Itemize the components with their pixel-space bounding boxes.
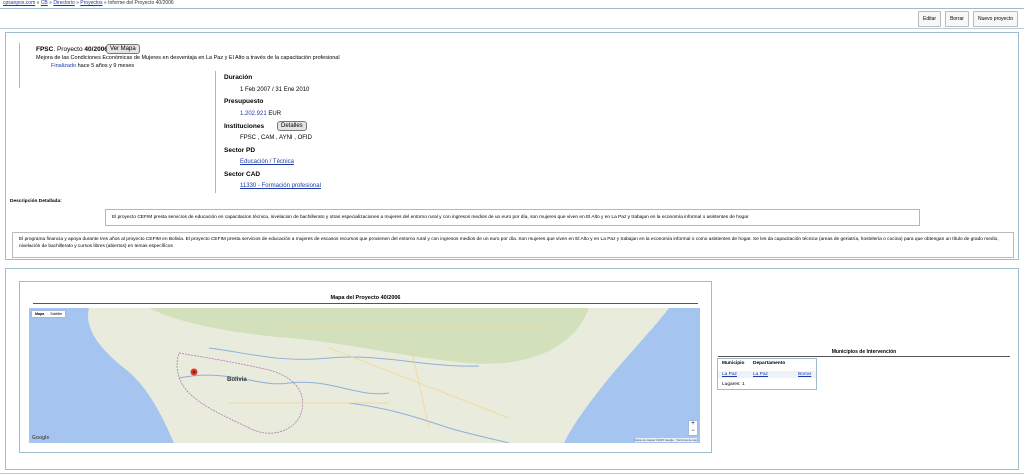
top-divider (0, 8, 1024, 9)
sector-cad-link[interactable]: 11330 - Formación profesional (240, 183, 321, 189)
map-canvas[interactable]: Bolivia Mapa Satélite + − Google Datos d… (29, 308, 700, 443)
municipio-link[interactable]: La Paz (722, 372, 737, 377)
project-prefix: . Proyecto (53, 46, 85, 53)
institutions-label: Instituciones (224, 123, 265, 130)
sector-cad-label: Sector CAD (224, 171, 261, 178)
municipios-title-underline (718, 356, 1010, 357)
status-age: hace 5 años y 9 meses (77, 63, 135, 69)
col-municipio-header: Municipio (722, 361, 745, 366)
zoom-in-icon[interactable]: + (689, 421, 697, 428)
zoom-controls: + − (689, 421, 697, 435)
map-type-tabs: Mapa Satélite (32, 311, 66, 317)
project-heading: FPSC. Proyecto 40/2006 (36, 46, 108, 53)
zoom-out-icon[interactable]: − (689, 428, 697, 435)
budget-amount: 1.202.921 (240, 111, 267, 117)
duration-value: 1 Feb 2007 / 31 Ene 2010 (240, 87, 310, 93)
budget-value: 1.202.921 EUR (240, 111, 281, 117)
project-details: Duración 1 Feb 2007 / 31 Ene 2010 Presup… (215, 71, 416, 193)
project-short-description: Mejora de las Condiciones Económicas de … (36, 55, 340, 61)
toolbar-divider (0, 28, 1024, 29)
budget-label: Presupuesto (224, 98, 264, 105)
sector-pd-label: Sector PD (224, 147, 256, 154)
breadcrumb-home-link[interactable]: cpsanpox.com (3, 0, 35, 6)
breadcrumb-current: Informe del Proyecto 40/2006 (108, 0, 174, 6)
map-title: Mapa del Proyecto 40/2006 (330, 295, 401, 301)
tab-satellite[interactable]: Satélite (47, 311, 65, 317)
breadcrumb-proyectos-link[interactable]: Proyectos (80, 0, 102, 6)
institutions-value: FPSC , CAM , AYNI , OFID (240, 135, 312, 141)
map-country-label: Bolivia (227, 377, 247, 383)
description-full-box: El programa financia y apoya durante tre… (12, 232, 1014, 258)
toolbar: Editar Borrar Nuevo proyecto (918, 11, 1018, 27)
col-departamento-header: Departamento (753, 361, 786, 366)
budget-currency: EUR (268, 111, 282, 117)
detailed-description-label: Descripción Detallada: (10, 199, 62, 204)
map-panel: Mapa del Proyecto 40/2006 Bolivia Mapa S… (5, 268, 1019, 470)
google-logo: Google (32, 435, 50, 441)
breadcrumb: cpsanpox.com » CB » Directorio » Proyect… (3, 0, 174, 6)
delete-row-link[interactable]: Borrar (798, 372, 811, 377)
project-map-box: Mapa del Proyecto 40/2006 Bolivia Mapa S… (19, 281, 712, 453)
map-title-underline (33, 303, 698, 304)
map-attribution[interactable]: Datos de mapas ©2015 Google · Términos d… (634, 438, 697, 442)
new-project-button[interactable]: Nuevo proyecto (972, 11, 1018, 27)
edit-button[interactable]: Editar (918, 11, 942, 27)
duration-label: Duración (224, 74, 253, 81)
table-row: La Paz La Paz Borrar (718, 371, 816, 378)
institutions-details-button[interactable]: Detalles (277, 121, 307, 131)
tab-map[interactable]: Mapa (32, 311, 47, 317)
breadcrumb-cb-link[interactable]: CB (41, 0, 48, 6)
departamento-link[interactable]: La Paz (753, 372, 768, 377)
municipios-table: Municipio Departamento La Paz La Paz Bor… (717, 358, 817, 390)
project-info-panel: FPSC. Proyecto 40/2006 Ver Mapa Mejora d… (5, 32, 1019, 260)
bottom-divider (0, 473, 1024, 474)
view-map-button[interactable]: Ver Mapa (106, 44, 140, 54)
places-count: Lugares: 1 (722, 382, 745, 387)
delete-button[interactable]: Borrar (945, 11, 969, 27)
description-summary-box: El proyecto CEFIM presta servicios de ed… (105, 209, 920, 226)
project-status: Finalizado hace 5 años y 9 meses (51, 63, 134, 69)
breadcrumb-directorio-link[interactable]: Directorio (53, 0, 74, 6)
sector-pd-link[interactable]: Educación / Técnica (240, 159, 294, 165)
project-id: 40/2006 (84, 46, 108, 53)
org-name: FPSC (36, 46, 54, 53)
map-graphic: Bolivia (29, 308, 700, 443)
municipios-title: Municipios de Intervención (831, 349, 897, 355)
status-label: Finalizado (51, 63, 77, 69)
